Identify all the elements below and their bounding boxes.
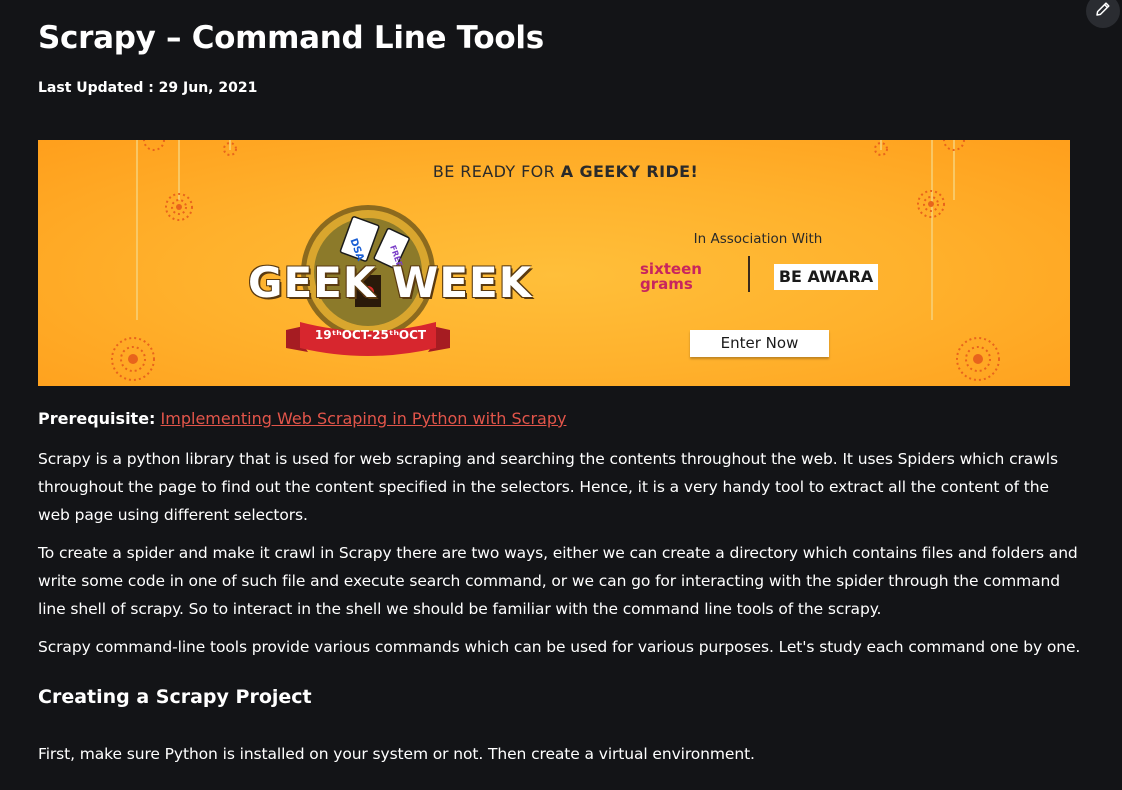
enter-now-button[interactable]: Enter Now	[690, 330, 829, 357]
page-title: Scrapy – Command Line Tools	[38, 20, 544, 56]
last-updated: Last Updated : 29 Jun, 2021	[38, 80, 258, 96]
geek-week-banner[interactable]: DSA FREE BE READY FOR A GEEKY RIDE! GEEK…	[38, 140, 1070, 386]
banner-headline-prefix: BE READY FOR	[432, 162, 561, 181]
article-page: Scrapy – Command Line Tools Last Updated…	[0, 0, 1122, 790]
banner-headline: BE READY FOR A GEEKY RIDE!	[38, 162, 1070, 181]
prerequisite-link[interactable]: Implementing Web Scraping in Python with…	[161, 409, 567, 428]
sponsor-sixteen-grams-logo: sixteen grams	[640, 260, 702, 293]
sponsor-be-awara-logo: BE AWARA	[774, 264, 878, 290]
prerequisite-label: Prerequisite:	[38, 409, 156, 428]
prerequisite-line: Prerequisite: Implementing Web Scraping …	[38, 409, 566, 428]
intro-paragraph: Scrapy is a python library that is used …	[38, 450, 1058, 524]
banner-headline-bold: A GEEKY RIDE!	[560, 162, 699, 181]
edit-button[interactable]	[1086, 0, 1120, 28]
section-heading: Creating a Scrapy Project	[38, 686, 312, 708]
spider-paragraph: To create a spider and make it crawl in …	[38, 544, 1078, 618]
association-text: In Association With	[693, 231, 823, 247]
section-paragraph: First, make sure Python is installed on …	[38, 745, 755, 763]
event-dates: 19ᵗʰOCT-25ᵗʰOCT	[314, 328, 427, 342]
pencil-icon	[1094, 0, 1112, 22]
geek-week-logo-text: GEEK WEEK	[248, 258, 533, 307]
sponsor-divider	[748, 256, 750, 292]
commands-paragraph: Scrapy command-line tools provide variou…	[38, 638, 1081, 656]
